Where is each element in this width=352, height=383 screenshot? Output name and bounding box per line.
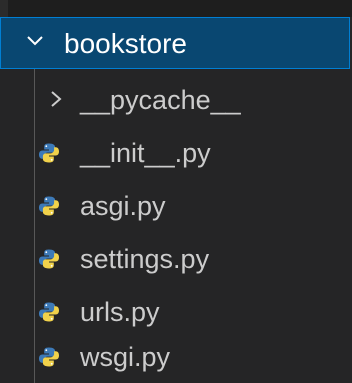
explorer-top-edge (0, 0, 8, 17)
chevron-right-icon (51, 91, 62, 107)
tree-item-wsgi-py[interactable]: wsgi.py (0, 331, 352, 383)
file-explorer: bookstore __pycache__ __init__.py asgi.p… (0, 0, 352, 383)
tree-item-label: urls.py (80, 297, 160, 327)
folder-row-bookstore[interactable]: bookstore (0, 17, 350, 69)
tree-item-settings-py[interactable]: settings.py (0, 233, 352, 285)
tree-item-init-py[interactable]: __init__.py (0, 127, 352, 179)
explorer-top-strip (0, 0, 352, 17)
python-icon (39, 143, 59, 163)
tree-item-label: __init__.py (80, 138, 211, 168)
python-icon (39, 302, 59, 322)
tree-item-label: asgi.py (80, 191, 166, 221)
python-icon (39, 347, 59, 367)
tree-item-label: __pycache__ (80, 85, 241, 115)
folder-label: bookstore (64, 28, 187, 59)
tree-item-label: wsgi.py (80, 342, 171, 372)
python-icon (39, 249, 59, 269)
chevron-down-icon (27, 36, 43, 46)
tree-item-asgi-py[interactable]: asgi.py (0, 180, 352, 232)
tree-item-pycache[interactable]: __pycache__ (0, 74, 352, 126)
python-icon (39, 196, 59, 216)
tree-item-label: settings.py (80, 244, 210, 274)
